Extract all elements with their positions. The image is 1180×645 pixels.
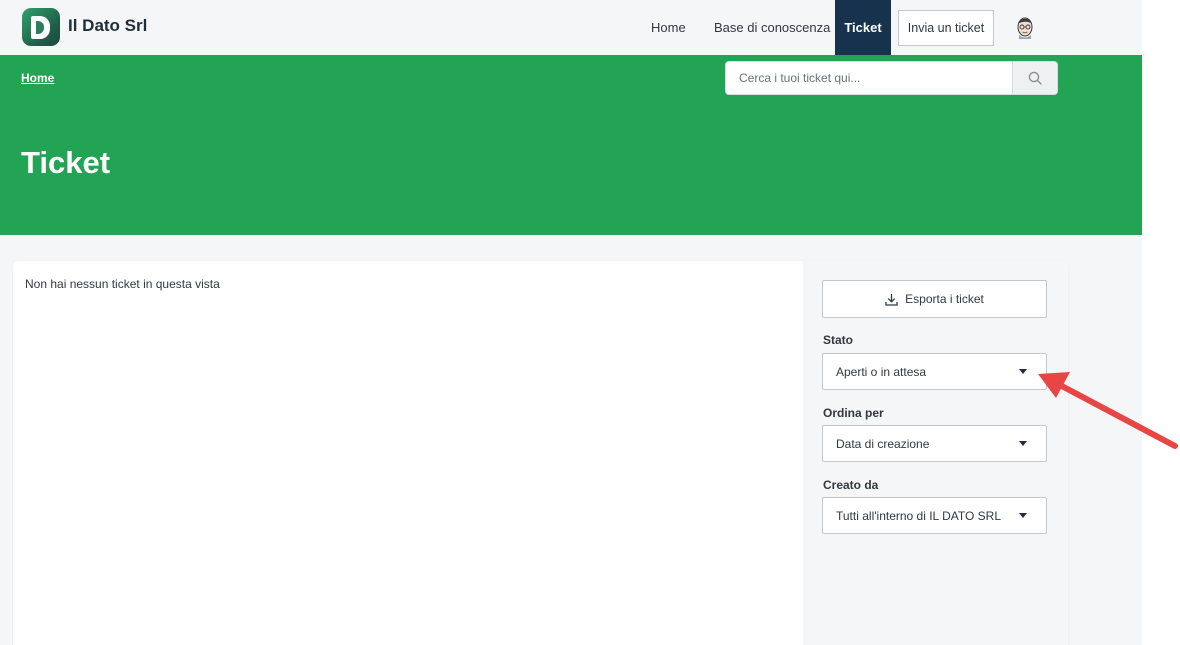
top-navigation-bar: Il Dato Srl Home Base di conoscenza Tick… xyxy=(0,0,1142,55)
chevron-down-icon xyxy=(1019,513,1027,518)
submit-ticket-button[interactable]: Invia un ticket xyxy=(898,10,994,46)
created-by-label: Creato da xyxy=(823,478,879,492)
breadcrumb-home-link[interactable]: Home xyxy=(21,71,54,85)
status-filter-select[interactable]: Aperti o in attesa xyxy=(822,353,1047,390)
created-by-value: Tutti all'interno di IL DATO SRL xyxy=(836,508,1002,523)
brand-name[interactable]: Il Dato Srl xyxy=(68,16,147,36)
chevron-down-icon xyxy=(1019,441,1027,446)
status-filter-value: Aperti o in attesa xyxy=(836,364,927,379)
nav-tickets-link[interactable]: Ticket xyxy=(835,0,891,55)
download-icon xyxy=(885,293,898,306)
hero-banner: Home Ticket xyxy=(0,55,1142,235)
ticket-search-input[interactable] xyxy=(726,62,1014,94)
nav-knowledge-base-link[interactable]: Base di conoscenza xyxy=(714,0,830,55)
sort-by-value: Data di creazione xyxy=(836,436,930,451)
chevron-down-icon xyxy=(1019,369,1027,374)
sort-by-select[interactable]: Data di creazione xyxy=(822,425,1047,462)
search-button[interactable] xyxy=(1012,62,1057,94)
user-avatar-icon[interactable] xyxy=(1014,15,1036,39)
export-tickets-label: Esporta i ticket xyxy=(905,292,984,306)
search-icon xyxy=(1028,71,1042,85)
export-tickets-button[interactable]: Esporta i ticket xyxy=(822,280,1047,318)
page: Il Dato Srl Home Base di conoscenza Tick… xyxy=(0,0,1142,645)
sort-by-label: Ordina per xyxy=(823,406,884,420)
nav-home-link[interactable]: Home xyxy=(651,0,686,55)
status-filter-label: Stato xyxy=(823,333,853,347)
empty-tickets-message: Non hai nessun ticket in questa vista xyxy=(25,277,220,291)
filter-sidebar: Esporta i ticket Stato Aperti o in attes… xyxy=(803,261,1068,645)
created-by-select[interactable]: Tutti all'interno di IL DATO SRL xyxy=(822,497,1047,534)
page-title: Ticket xyxy=(21,145,111,180)
ticket-search xyxy=(725,61,1058,95)
tickets-panel: Non hai nessun ticket in questa vista Es… xyxy=(13,261,1068,645)
brand-logo-icon[interactable] xyxy=(22,8,60,46)
